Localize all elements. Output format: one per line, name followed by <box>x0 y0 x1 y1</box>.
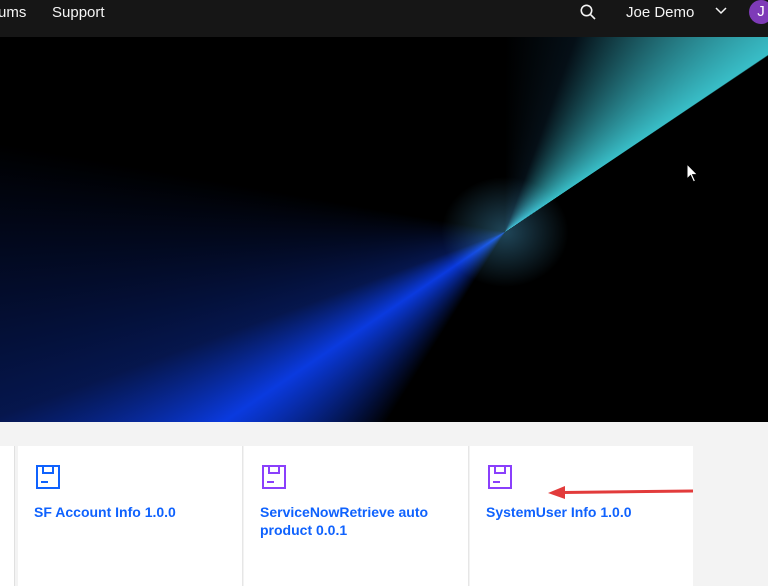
package-icon <box>36 465 60 489</box>
avatar-initial: J <box>757 3 765 20</box>
user-menu-name[interactable]: Joe Demo <box>626 4 694 21</box>
mouse-cursor-icon <box>686 163 699 183</box>
product-card-sf-account-info[interactable]: SF Account Info 1.0.0 <box>18 446 243 586</box>
hero-glow <box>430 167 580 297</box>
product-card-title[interactable]: ServiceNowRetrieve auto product 0.0.1 <box>260 503 450 539</box>
nav-link-forums[interactable]: ums <box>0 4 26 21</box>
product-card-title[interactable]: SystemUser Info 1.0.0 <box>486 503 676 521</box>
product-card-servicenow-retrieve[interactable]: ServiceNowRetrieve auto product 0.0.1 <box>244 446 469 586</box>
search-icon[interactable] <box>579 3 597 21</box>
product-card-title[interactable]: SF Account Info 1.0.0 <box>34 503 224 521</box>
chevron-down-icon[interactable] <box>714 6 728 16</box>
package-icon <box>488 465 512 489</box>
annotation-arrow-icon <box>548 486 694 499</box>
product-card-row: SF Account Info 1.0.0 ServiceNowRetrieve… <box>0 446 768 586</box>
product-card-systemuser-info[interactable]: SystemUser Info 1.0.0 <box>470 446 693 586</box>
package-icon <box>262 465 286 489</box>
top-navigation-bar: ums Support Joe Demo J <box>0 0 768 37</box>
nav-link-support[interactable]: Support <box>52 4 105 21</box>
hero-banner <box>0 37 768 422</box>
avatar[interactable]: J <box>749 0 768 24</box>
product-card-partial[interactable] <box>0 446 15 586</box>
